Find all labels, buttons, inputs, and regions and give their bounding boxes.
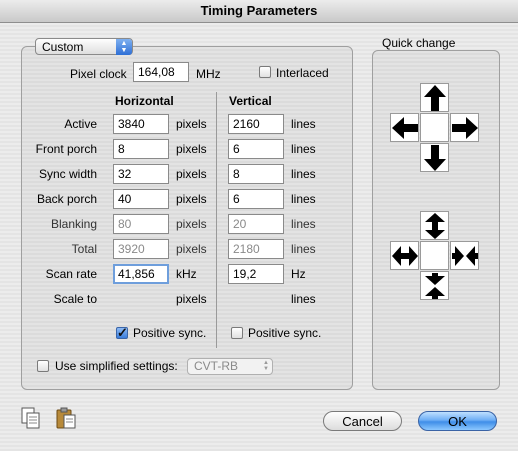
horizontal-unit: pixels <box>176 117 207 131</box>
cancel-button[interactable]: Cancel <box>323 411 402 431</box>
vertical-unit: lines <box>291 117 316 131</box>
vertical-header: Vertical <box>229 94 272 108</box>
move-right-button[interactable] <box>450 113 479 142</box>
horizontal-unit: pixels <box>176 242 207 256</box>
expand-horizontal-icon <box>391 245 418 266</box>
arrow-right-icon <box>451 116 478 139</box>
horizontal-unit: pixels <box>176 217 207 231</box>
row-label: Active <box>64 117 97 131</box>
interlaced-label: Interlaced <box>276 66 329 80</box>
row-label: Front porch <box>35 142 97 156</box>
move-up-button[interactable] <box>420 83 449 112</box>
arrow-left-icon <box>391 116 418 139</box>
shrink-horizontal-button[interactable] <box>450 241 479 270</box>
shrink-vertical-icon <box>424 272 445 299</box>
vertical-unit: lines <box>291 142 316 156</box>
mode-popup-value: Custom <box>42 40 84 54</box>
horizontal-unit: kHz <box>176 267 197 281</box>
ok-button[interactable]: OK <box>418 411 497 431</box>
simplified-popup[interactable]: CVT-RB ▲ ▼ <box>187 358 273 375</box>
quick-change-label: Quick change <box>382 36 456 50</box>
interlaced-checkbox[interactable] <box>259 66 271 78</box>
horizontal-unit: pixels <box>176 167 207 181</box>
h-positive-sync-label: Positive sync. <box>133 326 207 340</box>
horizontal-unit: pixels <box>176 142 207 156</box>
arrow-up-icon <box>423 84 446 111</box>
popup-arrows-icon: ▲ ▼ <box>116 39 132 55</box>
vertical-field[interactable]: 8 <box>228 164 284 184</box>
pixel-clock-label: Pixel clock <box>70 67 127 81</box>
row-label: Scale to <box>53 292 97 306</box>
vertical-field[interactable]: 19,2 <box>228 264 284 284</box>
v-positive-sync-label: Positive sync. <box>248 326 322 340</box>
resize-center-blank <box>420 241 449 270</box>
move-down-button[interactable] <box>420 143 449 172</box>
mode-popup[interactable]: Custom ▲ ▼ <box>35 38 133 55</box>
paste-button[interactable] <box>55 407 77 429</box>
horizontal-field: 3920 <box>113 239 169 259</box>
arrow-down-icon <box>423 144 446 171</box>
move-center-blank <box>420 113 449 142</box>
vertical-field[interactable]: 2160 <box>228 114 284 134</box>
vertical-unit: lines <box>291 292 316 306</box>
row-label: Back porch <box>36 192 97 206</box>
expand-vertical-icon <box>424 212 445 239</box>
paste-icon <box>56 407 76 429</box>
popup-arrows-icon: ▲ ▼ <box>263 360 269 372</box>
row-label: Total <box>71 242 97 256</box>
vertical-field: 20 <box>228 214 284 234</box>
window-title: Timing Parameters <box>0 0 518 23</box>
vertical-field: 2180 <box>228 239 284 259</box>
h-positive-sync-checkbox[interactable]: ✓ <box>116 326 128 339</box>
vertical-field[interactable]: 6 <box>228 139 284 159</box>
expand-vertical-button[interactable] <box>420 211 449 240</box>
horizontal-field[interactable]: 41,856 <box>113 264 169 284</box>
vertical-unit: lines <box>291 167 316 181</box>
shrink-horizontal-icon <box>451 245 478 266</box>
vertical-unit: lines <box>291 217 316 231</box>
horizontal-field[interactable]: 3840 <box>113 114 169 134</box>
v-positive-sync-checkbox[interactable] <box>231 327 243 339</box>
row-label: Sync width <box>38 167 97 181</box>
pixel-clock-field[interactable]: 164,08 <box>133 62 189 82</box>
column-divider <box>216 92 217 348</box>
horizontal-field[interactable]: 40 <box>113 189 169 209</box>
copy-button[interactable] <box>20 407 42 429</box>
copy-icon <box>21 407 40 429</box>
vertical-field[interactable]: 6 <box>228 189 284 209</box>
move-left-button[interactable] <box>390 113 419 142</box>
simplified-popup-value: CVT-RB <box>194 359 239 373</box>
expand-horizontal-button[interactable] <box>390 241 419 270</box>
horizontal-field: 80 <box>113 214 169 234</box>
horizontal-field[interactable]: 32 <box>113 164 169 184</box>
vertical-unit: lines <box>291 192 316 206</box>
horizontal-unit: pixels <box>176 192 207 206</box>
horizontal-header: Horizontal <box>115 94 174 108</box>
simplified-label: Use simplified settings: <box>55 359 178 373</box>
shrink-vertical-button[interactable] <box>420 271 449 300</box>
horizontal-field[interactable]: 8 <box>113 139 169 159</box>
row-label: Scan rate <box>45 267 97 281</box>
horizontal-unit: pixels <box>176 292 207 306</box>
vertical-unit: Hz <box>291 267 306 281</box>
simplified-checkbox[interactable] <box>37 360 49 372</box>
pixel-clock-unit: MHz <box>196 67 221 81</box>
vertical-unit: lines <box>291 242 316 256</box>
row-label: Blanking <box>50 217 97 231</box>
